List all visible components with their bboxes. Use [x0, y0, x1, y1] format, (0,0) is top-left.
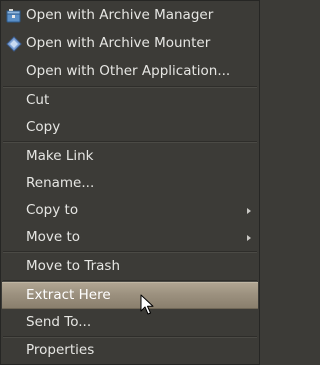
menu-item-send-to[interactable]: Send To... — [2, 309, 258, 336]
menu-item-open-with-other-application[interactable]: Open with Other Application... — [2, 58, 258, 86]
menu-item-open-with-archive-mounter[interactable]: Open with Archive Mounter — [2, 30, 258, 58]
menu-item-label: Cut — [26, 92, 50, 109]
menu-item-label: Copy to — [26, 201, 79, 218]
mouse-pointer-icon — [140, 294, 154, 315]
menu-item-label: Properties — [26, 342, 95, 359]
menu-item-label: Rename... — [26, 174, 95, 191]
menu-item-open-with-archive-manager[interactable]: Open with Archive Manager — [2, 2, 258, 29]
menu-item-label: Extract Here — [26, 286, 111, 303]
menu-item-properties[interactable]: Properties — [2, 338, 258, 364]
menu-item-copy-to[interactable]: Copy to — [2, 197, 258, 224]
menu-item-move-to-trash[interactable]: Move to Trash — [2, 253, 258, 280]
menu-item-label: Open with Archive Manager — [26, 6, 214, 23]
menu-item-label: Make Link — [26, 147, 94, 164]
submenu-arrow-icon — [247, 234, 251, 241]
menu-item-label: Open with Archive Mounter — [26, 35, 211, 52]
menu-item-label: Move to — [26, 228, 81, 245]
submenu-arrow-icon — [247, 207, 251, 214]
menu-item-label: Send To... — [26, 313, 92, 330]
menu-item-copy[interactable]: Copy — [2, 114, 258, 141]
context-menu: Open with Archive Manager Open with Arch… — [0, 0, 260, 365]
menu-item-move-to[interactable]: Move to — [2, 224, 258, 251]
menu-item-make-link[interactable]: Make Link — [2, 143, 258, 170]
menu-item-label: Copy — [26, 118, 61, 135]
archive-manager-icon — [6, 8, 22, 24]
menu-item-extract-here[interactable]: Extract Here — [2, 282, 258, 309]
archive-mounter-icon — [6, 36, 22, 52]
menu-item-label: Open with Other Application... — [26, 63, 231, 80]
menu-item-label: Move to Trash — [26, 257, 121, 274]
menu-item-rename[interactable]: Rename... — [2, 170, 258, 197]
menu-item-cut[interactable]: Cut — [2, 88, 258, 114]
